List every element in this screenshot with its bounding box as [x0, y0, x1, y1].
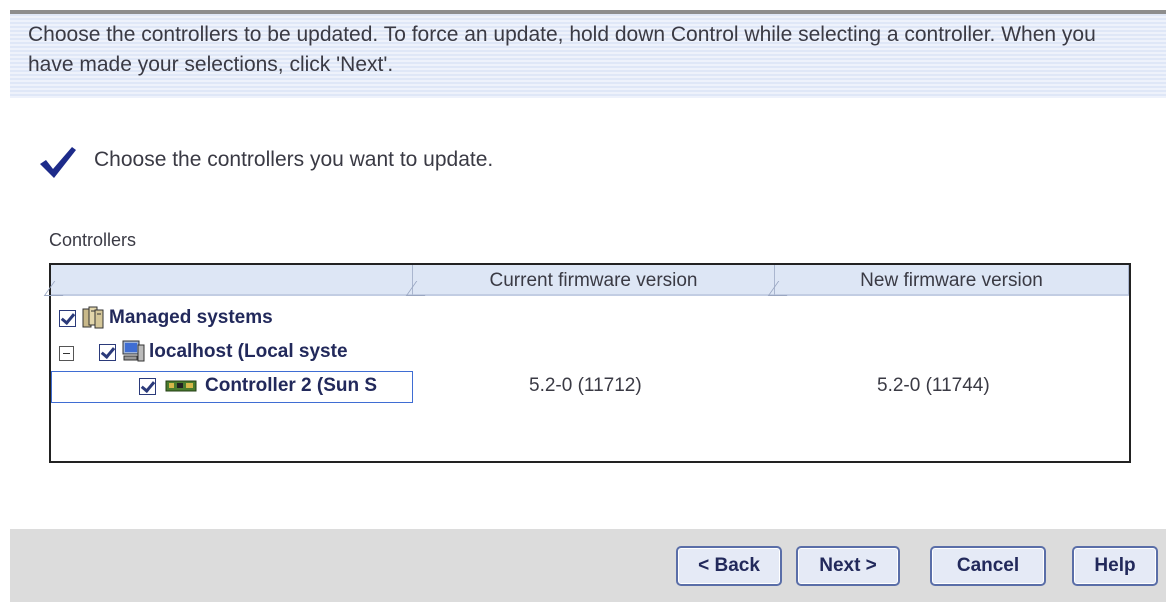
controllers-table[interactable]: Current firmware version New firmware ve…	[49, 263, 1131, 463]
managed-systems-label: Managed systems	[109, 307, 273, 328]
controller-2-checkbox[interactable]	[139, 378, 156, 395]
instruction-text: Choose the controllers to be updated. To…	[28, 23, 1096, 76]
column-header-new-firmware[interactable]: New firmware version	[775, 265, 1129, 296]
controller-card-icon	[165, 380, 197, 392]
back-button[interactable]: < Back	[676, 546, 782, 586]
checkmark-icon	[40, 147, 76, 178]
localhost-checkbox[interactable]	[99, 344, 116, 361]
column-header-current-firmware[interactable]: Current firmware version	[413, 265, 775, 296]
table-header: Current firmware version New firmware ve…	[51, 265, 1129, 298]
column-header-name[interactable]	[51, 265, 413, 296]
servers-icon	[82, 306, 104, 329]
next-button[interactable]: Next >	[796, 546, 900, 586]
help-button[interactable]: Help	[1072, 546, 1158, 586]
current-firmware-value: 5.2-0 (11712)	[529, 375, 642, 396]
tree-row-controller-2[interactable]: Controller 2 (Sun S 5.2-0 (11712) 5.2-0 …	[51, 371, 1129, 403]
controllers-label: Controllers	[49, 230, 137, 250]
step-text: Choose the controllers you want to updat…	[94, 148, 494, 171]
new-firmware-value: 5.2-0 (11744)	[877, 375, 990, 396]
managed-systems-checkbox[interactable]	[59, 310, 76, 327]
localhost-label: localhost (Local syste	[149, 341, 348, 362]
tree-row-managed-systems[interactable]: Managed systems	[51, 303, 1129, 335]
collapse-toggle[interactable]	[59, 346, 74, 361]
tree-row-localhost[interactable]: localhost (Local syste	[51, 337, 413, 369]
controller-2-label: Controller 2 (Sun S	[205, 375, 378, 396]
cancel-button[interactable]: Cancel	[930, 546, 1046, 586]
monitor-icon	[122, 340, 145, 362]
